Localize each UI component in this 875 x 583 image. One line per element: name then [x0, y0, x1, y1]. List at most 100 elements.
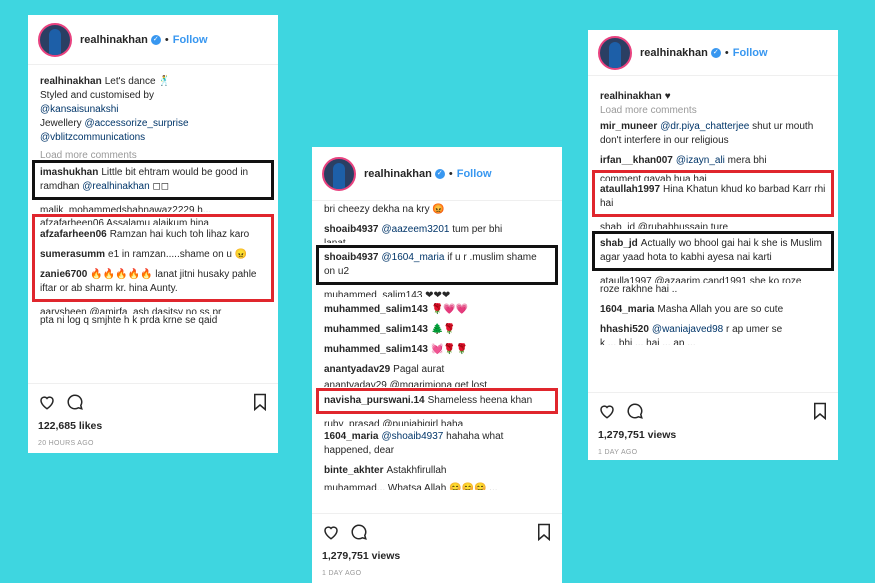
verified-badge-icon: ✓ [434, 168, 445, 179]
comment-text: 💓🌹🌹 [430, 344, 469, 355]
partial-comment: k ... bhi ... hai ... ap ... [600, 338, 696, 345]
comment: muhammed_salim143 💓🌹🌹 [324, 343, 550, 357]
post-card-middle: realhinakhan ✓ • Follow bri cheezy dekha… [312, 147, 562, 583]
comment-username[interactable]: imashukhan [40, 167, 98, 178]
comment: anantyadav29 Pagal aurat [324, 363, 550, 377]
comment: afzafarheen06 Ramzan hai kuch toh lihaz k… [40, 228, 266, 242]
partial-comment: comment gayab hua hai [600, 174, 707, 181]
comment-username[interactable]: muhammed_salim143 [324, 304, 428, 315]
comment-username[interactable]: hhashi520 [600, 324, 649, 335]
views-count[interactable]: 1,279,751 views [322, 550, 552, 562]
comment-username[interactable]: sumerasumm [40, 249, 105, 260]
comment: bri cheezy dekha na kry 😡 [324, 204, 445, 215]
comment: 1604_maria @shoaib4937 hahaha what happen… [324, 430, 550, 458]
likes-count[interactable]: 122,685 likes [38, 420, 268, 432]
heart-icon[interactable] [322, 523, 340, 541]
avatar[interactable] [38, 22, 72, 57]
post-card-left: realhinakhan ✓ • Follow realhinakhan Let'… [28, 15, 278, 453]
comment-username[interactable]: irfan__khan007 [600, 155, 673, 166]
comment-username[interactable]: shoaib4937 [324, 252, 378, 263]
heart-icon[interactable] [38, 393, 56, 411]
comment-username[interactable]: muhammed_salim143 [324, 324, 428, 335]
comment-text: Pagal aurat [393, 364, 445, 375]
post-actions: 1,279,751 views 1 DAY AGO [312, 513, 562, 577]
username[interactable]: realhinakhan [640, 47, 708, 59]
comment: muhammed_salim143 🌲🌹 [324, 323, 550, 337]
mention-link[interactable]: @dr.piya_chatterjee [660, 121, 749, 132]
follow-button[interactable]: Follow [173, 34, 208, 46]
caption-username[interactable]: realhinakhan [600, 91, 662, 102]
comment-text: tum per bhi [452, 224, 503, 235]
heart-icon[interactable] [598, 402, 616, 420]
follow-button[interactable]: Follow [457, 168, 492, 180]
comment-icon[interactable] [626, 402, 644, 420]
follow-button[interactable]: Follow [733, 47, 768, 59]
comment: zanie6700 🔥🔥🔥🔥🔥 lanat jitni husaky pahle … [40, 268, 266, 296]
avatar[interactable] [322, 156, 356, 191]
username[interactable]: realhinakhan [80, 34, 148, 46]
comment-username[interactable]: muhammed_salim143 [324, 344, 428, 355]
comment-username[interactable]: anantyadav29 [324, 364, 390, 375]
comment-text: 🌲🌹 [430, 324, 456, 335]
mention-link[interactable]: @kansaisunakshi [40, 104, 119, 115]
views-count[interactable]: 1,279,751 views [598, 429, 828, 441]
comment-username[interactable]: mir_muneer [600, 121, 657, 132]
username[interactable]: realhinakhan [364, 168, 432, 180]
post-header: realhinakhan ✓ • Follow [588, 30, 838, 76]
comment-emoji: ◻◻ [152, 181, 170, 192]
verified-badge-icon: ✓ [710, 47, 721, 58]
mention-link[interactable]: @waniajaved98 [652, 324, 723, 335]
post-header: realhinakhan ✓ • Follow [312, 147, 562, 201]
load-more-comments[interactable]: Load more comments [40, 149, 266, 158]
post-header: realhinakhan ✓ • Follow [28, 15, 278, 65]
comment-text: 🌹💗💗 [430, 304, 469, 315]
comment: shoaib4937@aazeem3201 tum per bhi lanat [324, 223, 550, 243]
comment-icon[interactable] [350, 523, 368, 541]
partial-comment: anantyadav29 @mgarimiona get lost [324, 380, 488, 387]
highlight-box-black: imashukhan Little bit ehtram would be goo… [32, 160, 274, 200]
comment-text: Masha Allah you are so cute [657, 304, 784, 315]
highlight-box-black: shoaib4937 @1604_maria if u r .muslim sha… [316, 245, 558, 285]
comment-icon[interactable] [66, 393, 84, 411]
bookmark-icon[interactable] [812, 402, 828, 420]
highlight-box-red: afzafarheen06 Assalamu alaikum hina afza… [32, 214, 274, 302]
load-more-comments[interactable]: Load more comments [600, 104, 826, 118]
separator-dot: • [724, 46, 729, 59]
highlight-box-red: navisha_purswani.14 Shameless heena khan [316, 388, 558, 414]
comment-username[interactable]: shoaib4937 [324, 224, 378, 235]
comment-username[interactable]: afzafarheen06 [40, 229, 107, 240]
avatar[interactable] [598, 35, 632, 70]
comment-username[interactable]: ataullah1997 [600, 184, 660, 195]
mention-link[interactable]: @izayn_ali [676, 155, 725, 166]
comment-fragment: roze rakhne hai .. [600, 284, 678, 295]
post-card-right: realhinakhan ✓ • Follow realhinakhan ♥ Lo… [588, 30, 838, 460]
comment: 1604_maria Masha Allah you are so cute [600, 303, 826, 317]
comments-area: bri cheezy dekha na kry 😡 shoaib4937 @aaz… [312, 201, 562, 496]
comment-text: r ap umer se [726, 324, 783, 335]
mention-link[interactable]: @accessorize_surprise [84, 118, 188, 129]
comment-text: mera bhi [727, 155, 767, 166]
mention-link[interactable]: @vblitzcommunications [40, 132, 145, 143]
caption-username[interactable]: realhinakhan [40, 76, 102, 87]
caption-text: ♥ [664, 91, 671, 102]
comment-username[interactable]: binte_akhter [324, 465, 383, 476]
comment-username[interactable]: shab_jd [600, 238, 638, 249]
partial-comment: malik_mohammedshahnawaz2229 h... [40, 205, 212, 212]
comment-username[interactable]: 1604_maria [324, 431, 379, 442]
comment-username[interactable]: zanie6700 [40, 269, 87, 280]
mention-link[interactable]: @aazeem3201 [381, 224, 449, 235]
separator-dot: • [448, 167, 453, 180]
caption: realhinakhan ♥ [600, 90, 826, 104]
mention-link[interactable]: @1604_maria [381, 252, 444, 263]
comment-username[interactable]: 1604_maria [600, 304, 655, 315]
comment-text: Ramzan hai kuch toh lihaz karo [109, 229, 250, 240]
comment-username[interactable]: navisha_purswani.14 [324, 395, 425, 406]
comment: muhammed_salim143 🌹💗💗 [324, 303, 550, 317]
caption-line: Styled and customised by [40, 90, 154, 101]
mention-link[interactable]: @realhinakhan [82, 181, 149, 192]
comment: sumerasumm e1 in ramzan.....shame on u 😠 [40, 248, 266, 262]
bookmark-icon[interactable] [252, 393, 268, 411]
bookmark-icon[interactable] [536, 523, 552, 541]
mention-link[interactable]: @shoaib4937 [382, 431, 444, 442]
highlight-box-red: comment gayab hua hai ataullah1997 Hina K… [592, 170, 834, 217]
